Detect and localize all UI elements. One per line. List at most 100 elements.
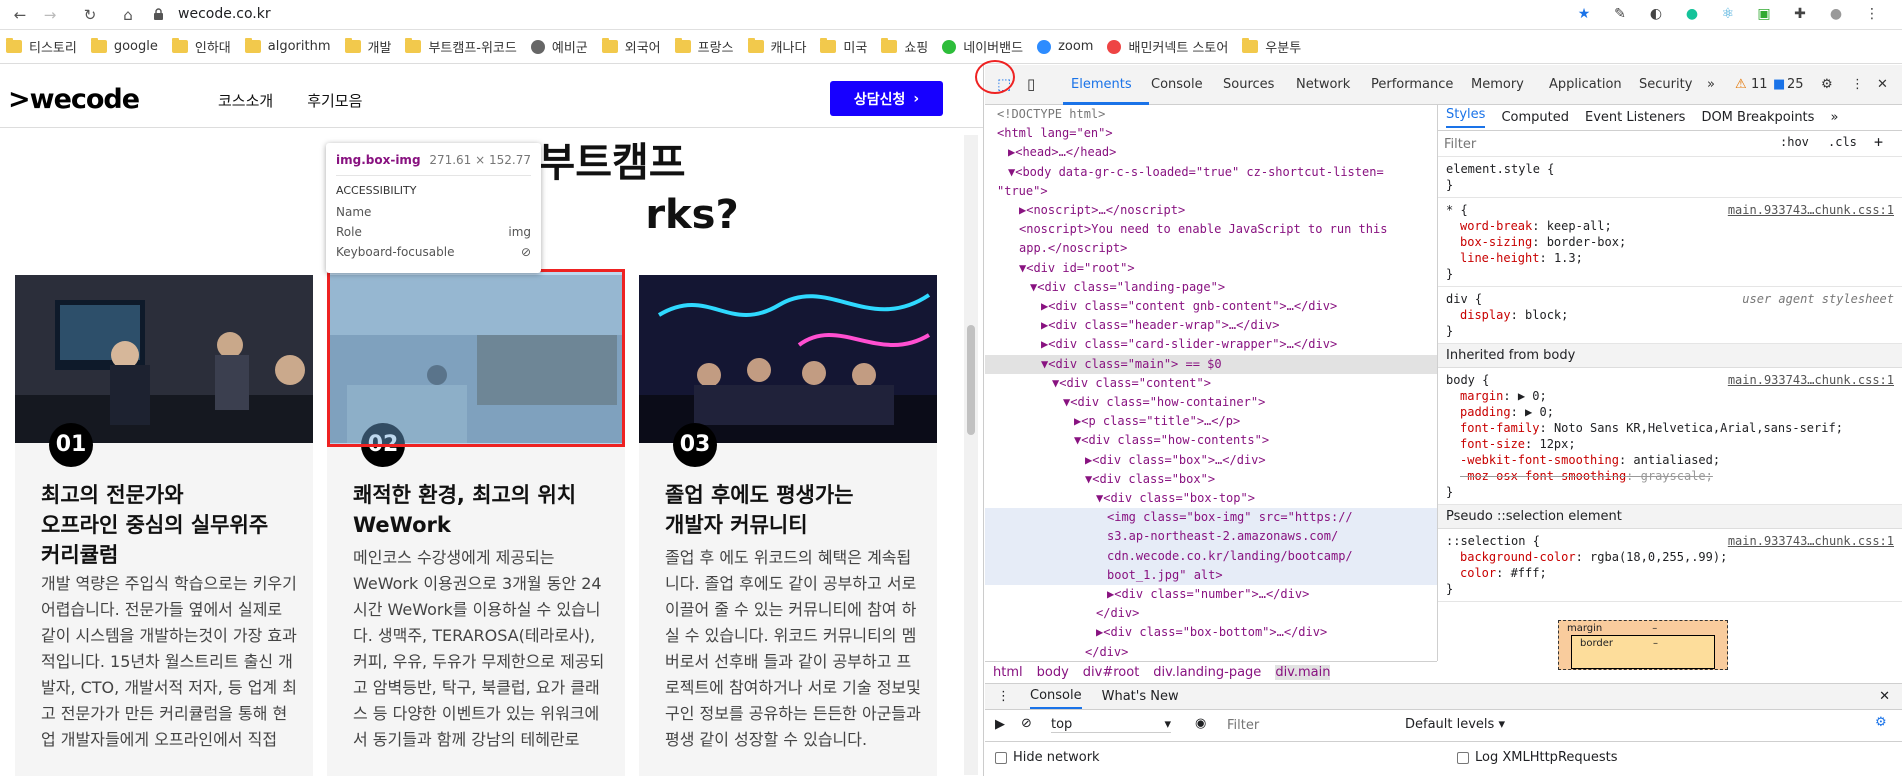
kebab-menu-icon[interactable]: ⋮ [1851, 77, 1864, 92]
dom-node[interactable]: ▶<div class="card-slider-wrapper">…</div… [985, 335, 1437, 354]
home-icon[interactable]: ⌂ [118, 6, 138, 24]
dom-node[interactable]: ▶<div class="content gnb-content">…</div… [985, 297, 1437, 316]
bookmark-item[interactable]: 외국어 [601, 37, 661, 56]
breadcrumb-item[interactable]: div#root [1083, 665, 1140, 680]
dom-node[interactable]: </div> [985, 643, 1437, 661]
extension-icon[interactable]: ▣ [1754, 4, 1774, 24]
clear-console-icon[interactable]: ⊘ [1021, 716, 1032, 731]
menu-reviews[interactable]: 후기모음 [307, 90, 362, 111]
more-tabs-icon[interactable]: » [1830, 110, 1838, 125]
dom-node[interactable]: ▼<body data-gr-c-s-loaded="true" cz-shor… [985, 163, 1437, 182]
dom-node[interactable]: </div> [985, 604, 1437, 623]
bookmark-item[interactable]: 부트캠프-위코드 [405, 37, 517, 56]
breadcrumb-item[interactable]: div.landing-page [1153, 665, 1261, 680]
css-property[interactable]: box-sizing: border-box; [1446, 234, 1894, 250]
menu-icon[interactable]: ⋮ [1862, 4, 1882, 24]
tab-console[interactable]: Console [1151, 77, 1203, 92]
hide-network-checkbox[interactable] [995, 751, 1007, 764]
avatar[interactable]: ● [1826, 4, 1846, 24]
dom-node[interactable]: ▼<div class="box"> [985, 470, 1437, 489]
logo[interactable]: >wecode [8, 84, 140, 115]
dom-node[interactable]: ▶<p class="title">…</p> [985, 412, 1437, 431]
dom-node[interactable]: ▶<noscript>…</noscript> [985, 201, 1437, 220]
dom-node[interactable]: ▶<div class="box-bottom">…</div> [985, 623, 1437, 642]
rule-source-link[interactable]: main.933743…chunk.css:1 [1728, 202, 1894, 218]
dom-node[interactable]: ▼<div class="content"> [985, 374, 1437, 393]
dom-node[interactable]: boot_1.jpg" alt> [985, 565, 1437, 586]
dom-node[interactable]: "true"> [985, 182, 1437, 201]
bookmark-item[interactable]: 쇼핑 [881, 37, 928, 56]
bookmark-item[interactable]: zoom [1037, 39, 1093, 54]
breadcrumb-item[interactable]: body [1037, 665, 1069, 680]
dom-node[interactable]: <img class="box-img" src="https:// [985, 508, 1437, 528]
cls-toggle[interactable]: .cls [1828, 135, 1857, 149]
bookmark-item[interactable]: 네이버밴드 [942, 37, 1023, 56]
scroll-thumb[interactable] [967, 325, 975, 435]
breadcrumb-item[interactable]: html [993, 665, 1023, 680]
tab-event-listeners[interactable]: Event Listeners [1585, 110, 1685, 125]
puzzle-icon[interactable]: ✚ [1790, 4, 1810, 24]
rule-source-link[interactable]: main.933743…chunk.css:1 [1728, 372, 1894, 388]
dom-node[interactable]: cdn.wecode.co.kr/landing/bootcamp/ [985, 546, 1437, 566]
close-icon[interactable]: ✕ [1877, 77, 1888, 92]
address-bar[interactable]: wecode.co.kr [178, 6, 271, 22]
tab-network[interactable]: Network [1296, 77, 1350, 92]
more-tabs-icon[interactable]: » [1707, 77, 1715, 92]
bookmark-item[interactable]: 개발 [344, 37, 391, 56]
console-settings-icon[interactable]: ⚙ [1875, 715, 1887, 730]
css-property[interactable]: margin: ▶ 0; [1446, 388, 1894, 404]
dom-node[interactable]: ▼<div class="how-container"> [985, 393, 1437, 412]
tab-whats-new[interactable]: What's New [1102, 689, 1179, 704]
warning-icon[interactable]: ⚠ [1735, 77, 1747, 92]
bookmark-item[interactable]: algorithm [244, 38, 331, 54]
hov-toggle[interactable]: :hov [1780, 135, 1809, 149]
sidebar-toggle-icon[interactable]: ▶ [995, 717, 1005, 732]
css-property[interactable]: display: block; [1446, 307, 1894, 323]
warning-count[interactable]: 11 [1751, 77, 1768, 92]
dom-node[interactable]: ▶<div class="box">…</div> [985, 451, 1437, 470]
dom-node[interactable]: ▼<div class="box-top"> [985, 489, 1437, 508]
dom-node[interactable]: ▶<div class="number">…</div> [985, 585, 1437, 604]
reload-icon[interactable]: ↻ [80, 6, 100, 24]
drawer-menu-icon[interactable]: ⋮ [997, 689, 1010, 704]
tab-dom-breakpoints[interactable]: DOM Breakpoints [1701, 110, 1814, 125]
rule-selector[interactable]: element.style { [1446, 161, 1894, 177]
page-scrollbar[interactable] [964, 135, 978, 775]
css-property[interactable]: word-break: keep-all; [1446, 218, 1894, 234]
css-property[interactable]: background-color: rgba(18,0,255,.99); [1446, 549, 1894, 565]
gear-icon[interactable]: ⚙ [1821, 77, 1833, 92]
levels-dropdown[interactable]: Default levels ▾ [1405, 717, 1505, 732]
eye-icon[interactable]: ◉ [1195, 716, 1206, 731]
css-property[interactable]: line-height: 1.3; [1446, 250, 1894, 266]
consult-button[interactable]: 상담신청 › [830, 81, 943, 116]
log-xhr-checkbox[interactable] [1457, 751, 1469, 764]
css-property[interactable]: -webkit-font-smoothing: antialiased; [1446, 452, 1894, 468]
forward-icon[interactable]: → [40, 6, 60, 24]
menu-courses[interactable]: 코스소개 [218, 90, 273, 111]
extension-icon[interactable]: ◐ [1646, 4, 1666, 24]
console-filter-input[interactable] [1227, 715, 1397, 735]
bookmark-item[interactable]: 캐나다 [747, 37, 806, 56]
log-xhr-option[interactable]: Log XMLHttpRequests [1457, 750, 1618, 765]
bookmark-item[interactable]: 인하대 [171, 37, 231, 56]
bookmark-item[interactable]: 우분투 [1242, 37, 1301, 56]
dom-node[interactable]: <html lang="en"> [985, 124, 1437, 143]
hide-network-option[interactable]: Hide network [995, 750, 1100, 765]
message-icon[interactable]: ■ [1773, 77, 1785, 92]
tab-elements[interactable]: Elements [1071, 77, 1132, 92]
bookmark-item[interactable]: 배민커넥트 스토어 [1107, 37, 1228, 56]
bookmark-item[interactable]: 티스토리 [6, 37, 77, 56]
grammarly-icon[interactable]: ● [1682, 4, 1702, 24]
bookmark-item[interactable]: google [90, 38, 158, 54]
tab-computed[interactable]: Computed [1501, 110, 1569, 125]
styles-filter-input[interactable] [1444, 134, 1774, 154]
context-select[interactable]: top ▾ [1051, 717, 1171, 733]
react-icon[interactable]: ⚛ [1718, 4, 1738, 24]
tab-console-drawer[interactable]: Console [1030, 684, 1082, 709]
css-property[interactable]: padding: ▶ 0; [1446, 404, 1894, 420]
css-property[interactable]: -moz-osx-font-smoothing: grayscale; [1446, 468, 1894, 484]
dom-node[interactable]: app.</noscript> [985, 239, 1437, 258]
back-icon[interactable]: ← [10, 6, 30, 24]
bookmark-item[interactable]: 예비군 [530, 37, 588, 56]
breadcrumb-item[interactable]: div.main [1275, 665, 1331, 680]
